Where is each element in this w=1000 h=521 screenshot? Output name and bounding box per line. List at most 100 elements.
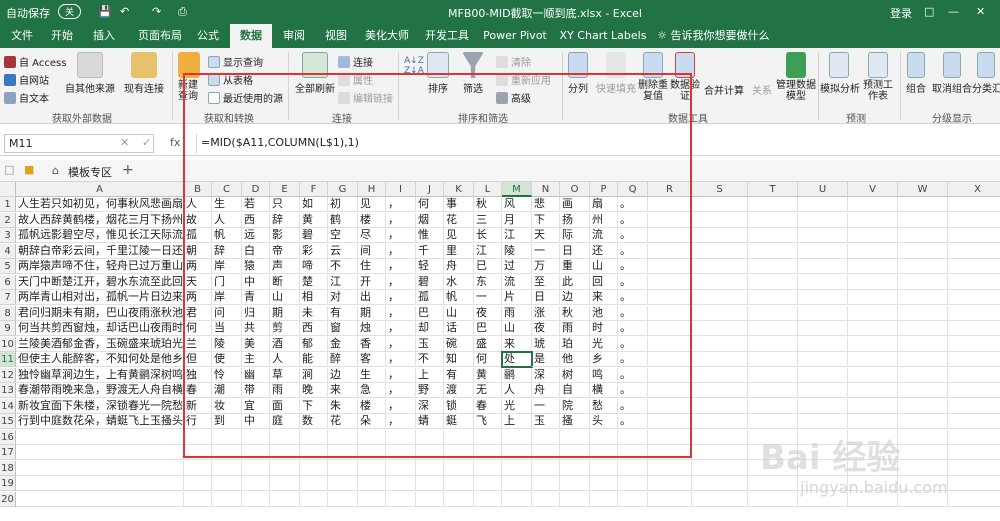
grid-cell[interactable]: 面 xyxy=(270,398,300,414)
grid-cell[interactable] xyxy=(692,352,748,367)
grid-cell[interactable]: 春 xyxy=(184,383,212,398)
grid-cell[interactable] xyxy=(898,336,948,352)
grid-cell[interactable]: 相 xyxy=(300,290,328,305)
grid-cell[interactable] xyxy=(358,476,386,491)
grid-cell[interactable] xyxy=(692,197,748,212)
grid-cell[interactable]: 乡 xyxy=(590,352,618,367)
grid-cell[interactable]: 见 xyxy=(358,197,386,212)
grid-cell[interactable] xyxy=(948,337,1000,352)
grid-cell[interactable]: 花 xyxy=(444,212,474,228)
grid-cell[interactable] xyxy=(648,197,692,212)
grid-cell[interactable] xyxy=(692,259,748,274)
grid-cell[interactable]: 一 xyxy=(532,398,560,414)
grid-cell[interactable] xyxy=(692,383,748,398)
grid-cell[interactable]: 三 xyxy=(474,212,502,228)
flash-fill-button[interactable]: 快速填充 xyxy=(594,52,638,95)
advanced-filter-button[interactable]: 高级 xyxy=(496,90,531,105)
from-web-button[interactable]: 自网站 xyxy=(4,72,49,87)
grid-cell[interactable] xyxy=(748,290,798,305)
grid-cell[interactable]: 开 xyxy=(358,274,386,290)
tab-xy-chart-labels[interactable]: XY Chart Labels xyxy=(558,24,648,48)
print-preview-icon[interactable]: ⎙ xyxy=(178,5,187,19)
undo-icon[interactable]: ↶ xyxy=(120,5,129,18)
grid-cell[interactable]: 。 xyxy=(618,290,648,305)
grid-cell[interactable] xyxy=(648,460,692,476)
grid-cell[interactable] xyxy=(416,445,444,460)
grid-cell[interactable] xyxy=(748,414,798,429)
grid-cell[interactable] xyxy=(898,274,948,290)
grid-cell[interactable]: 蜻 xyxy=(416,414,444,429)
grid-cell[interactable]: 夜 xyxy=(474,305,502,321)
grid-cell[interactable] xyxy=(692,414,748,429)
grid-cell[interactable]: 岸 xyxy=(212,290,242,305)
grid-cell[interactable]: 住 xyxy=(358,259,386,274)
grid-cell[interactable] xyxy=(444,445,474,460)
grid-cell[interactable] xyxy=(692,476,748,491)
grid-cell[interactable]: 烛 xyxy=(358,321,386,336)
grid-cell[interactable]: 辞 xyxy=(270,212,300,228)
grid-cell[interactable] xyxy=(474,429,502,445)
consolidate-button[interactable]: 合并计算 xyxy=(704,82,744,97)
redo-icon[interactable]: ↷ xyxy=(152,5,161,18)
grid-cell[interactable]: 庭 xyxy=(270,414,300,429)
column-header[interactable]: N xyxy=(532,182,560,197)
grid-cell[interactable]: ， xyxy=(386,336,416,352)
grid-cell[interactable]: ， xyxy=(386,274,416,290)
grid-cell[interactable]: 人 xyxy=(212,212,242,228)
grid-cell[interactable] xyxy=(798,336,848,352)
grid-cell[interactable] xyxy=(590,476,618,491)
save-icon[interactable]: 💾 xyxy=(98,5,112,18)
grid-cell[interactable]: 深 xyxy=(532,367,560,383)
grid-cell[interactable] xyxy=(474,445,502,460)
formula-input[interactable]: =MID($A11,COLUMN(L$1),1) xyxy=(196,134,996,153)
row-header[interactable]: 11 xyxy=(0,352,16,367)
grid-cell[interactable] xyxy=(386,460,416,476)
grid-cell[interactable] xyxy=(416,491,444,507)
grid-cell[interactable] xyxy=(502,476,532,491)
grid-cell[interactable] xyxy=(212,491,242,507)
subtotal-button[interactable]: 分类汇 xyxy=(972,52,1000,95)
tab-file[interactable]: 文件 xyxy=(4,24,40,48)
grid-cell[interactable]: 有 xyxy=(444,367,474,383)
grid-cell[interactable]: 际 xyxy=(560,228,590,243)
grid-cell[interactable] xyxy=(270,491,300,507)
grid-cell[interactable] xyxy=(948,492,1000,507)
grid-cell[interactable]: 楼 xyxy=(358,398,386,414)
cancel-edit-icon[interactable]: ✕ xyxy=(120,136,129,149)
grid-cell[interactable]: 一 xyxy=(474,290,502,305)
grid-cell[interactable]: ， xyxy=(386,367,416,383)
grid-cell[interactable]: 边 xyxy=(328,367,358,383)
grid-cell[interactable]: 天 xyxy=(184,274,212,290)
grid-cell[interactable] xyxy=(898,414,948,429)
row-header[interactable]: 15 xyxy=(0,414,16,429)
grid-cell[interactable]: 自 xyxy=(560,383,590,398)
grid-cell[interactable] xyxy=(692,243,748,259)
grid-cell[interactable] xyxy=(502,491,532,507)
grid-cell[interactable] xyxy=(848,228,898,243)
tell-me-search[interactable]: 告诉我你想要做什么 xyxy=(670,24,770,48)
grid-cell[interactable]: 还 xyxy=(590,243,618,259)
insert-function-button[interactable]: fx xyxy=(170,136,180,149)
grid-cell[interactable] xyxy=(328,460,358,476)
grid-cell[interactable]: 初 xyxy=(328,197,358,212)
grid-cell[interactable] xyxy=(848,290,898,305)
grid-cell[interactable]: 青 xyxy=(242,290,270,305)
grid-cell[interactable]: 山 xyxy=(590,259,618,274)
tab-review[interactable]: 审阅 xyxy=(276,24,312,48)
grid-cell[interactable] xyxy=(212,445,242,460)
grid-cell[interactable]: 使 xyxy=(212,352,242,367)
grid-cell[interactable] xyxy=(948,306,1000,321)
row-header[interactable]: 13 xyxy=(0,383,16,398)
grid-cell[interactable] xyxy=(242,476,270,491)
grid-cell[interactable]: 朝辞白帝彩云间，千里江陵一日还。 xyxy=(16,243,184,259)
minimize-icon[interactable]: — xyxy=(948,5,959,18)
grid-cell[interactable] xyxy=(898,228,948,243)
column-header[interactable]: T xyxy=(748,182,798,197)
grid-cell[interactable]: 故 xyxy=(184,212,212,228)
grid-cell[interactable]: 潮 xyxy=(212,383,242,398)
grid-cell[interactable] xyxy=(386,429,416,445)
grid-cell[interactable]: 远 xyxy=(242,228,270,243)
grid-cell[interactable]: 孤帆远影碧空尽，惟见长江天际流。 xyxy=(16,228,184,243)
grid-cell[interactable] xyxy=(590,460,618,476)
grid-cell[interactable] xyxy=(748,336,798,352)
